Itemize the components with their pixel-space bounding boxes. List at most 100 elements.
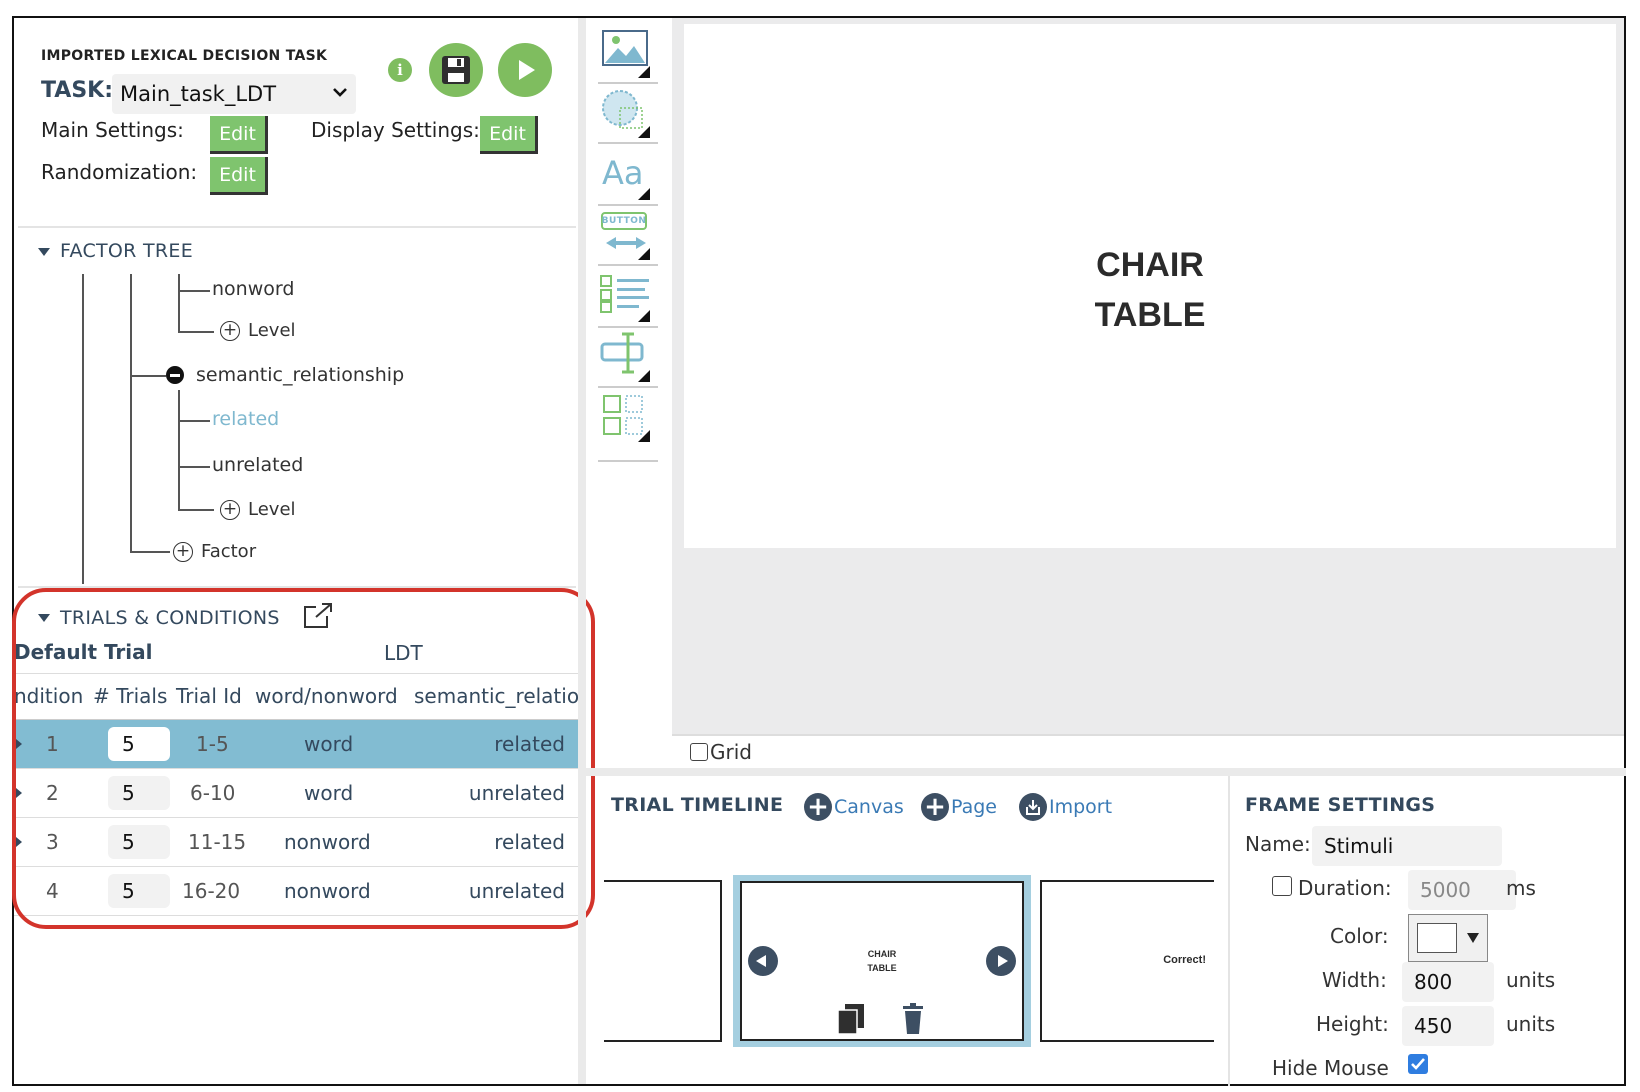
thumb-text-line1: CHAIR	[867, 949, 897, 959]
add-page-button[interactable]: + Page	[921, 793, 997, 821]
factor-tree-title: FACTOR TREE	[60, 240, 194, 262]
condition-cell: 2	[46, 781, 59, 805]
canvas-text-line1[interactable]: CHAIR	[684, 246, 1616, 285]
word-nonword-cell: word	[304, 732, 354, 756]
table-row[interactable]: 3 5 11-15 nonword related	[14, 818, 579, 867]
column-header-num-trials[interactable]: # Trials	[93, 684, 167, 708]
name-input[interactable]: Stimuli	[1312, 826, 1502, 866]
main-settings-label: Main Settings:	[41, 118, 184, 142]
add-level-label: Level	[248, 499, 296, 520]
import-button[interactable]: Import	[1019, 793, 1112, 821]
hide-mouse-checkbox[interactable]	[1408, 1054, 1428, 1074]
timeline-frame-previous[interactable]	[604, 880, 722, 1042]
row-expand-icon[interactable]	[16, 788, 22, 798]
task-select[interactable]: Main_task_LDT	[112, 74, 356, 114]
timeline-title: TRIAL TIMELINE	[611, 794, 784, 816]
tree-connector	[178, 420, 210, 422]
timeline-frame-next[interactable]: Correct!	[1040, 880, 1214, 1042]
duration-checkbox[interactable]	[1272, 876, 1292, 896]
word-nonword-cell: nonword	[284, 879, 371, 903]
info-icon[interactable]: i	[388, 58, 412, 82]
word-nonword-cell: word	[304, 781, 354, 805]
factor-tree-header[interactable]: FACTOR TREE	[38, 240, 193, 262]
popout-icon[interactable]	[302, 601, 334, 634]
condition-cell: 1	[46, 732, 59, 756]
save-icon[interactable]	[429, 43, 483, 97]
grid-tool-icon[interactable]	[598, 388, 658, 446]
tree-connector	[178, 274, 180, 332]
tree-node-nonword[interactable]: nonword	[212, 278, 294, 300]
grid-toggle[interactable]: Grid	[690, 740, 752, 764]
height-label: Height:	[1316, 1012, 1389, 1036]
display-settings-edit-button[interactable]: Edit	[480, 116, 538, 154]
table-row[interactable]: 4 5 16-20 nonword unrelated	[14, 867, 579, 916]
num-trials-input[interactable]: 5	[108, 874, 170, 908]
trial-id-cell: 1-5	[196, 732, 229, 756]
color-picker[interactable]	[1408, 914, 1488, 962]
dropdown-arrow-icon	[1467, 933, 1479, 943]
plus-circle-icon: +	[220, 320, 240, 341]
trash-icon[interactable]	[902, 1003, 924, 1039]
tree-connector	[178, 509, 214, 511]
image-tool-icon[interactable]	[598, 24, 658, 84]
table-row[interactable]: 2 5 6-10 word unrelated	[14, 769, 579, 818]
row-expand-icon[interactable]	[16, 739, 22, 749]
num-trials-input[interactable]: 5	[108, 776, 170, 810]
frame-canvas[interactable]: CHAIR TABLE	[684, 24, 1616, 548]
table-header: ndition # Trials Trial Id word/nonword s…	[14, 674, 579, 720]
collapse-triangle-icon	[38, 247, 50, 256]
column-header-condition[interactable]: ndition	[14, 684, 83, 708]
list-tool-icon[interactable]	[598, 268, 658, 328]
duration-label: Duration:	[1298, 876, 1392, 900]
randomization-edit-button[interactable]: Edit	[210, 157, 268, 195]
column-header-trial-id[interactable]: Trial Id	[176, 684, 242, 708]
randomization-label: Randomization:	[41, 160, 198, 184]
grid-checkbox[interactable]	[690, 743, 708, 761]
row-expand-icon[interactable]	[16, 837, 22, 847]
horizontal-splitter[interactable]	[586, 768, 1626, 776]
tree-connector	[130, 274, 132, 552]
shape-tool-icon[interactable]	[598, 84, 658, 144]
trials-title: TRIALS & CONDITIONS	[60, 606, 280, 629]
collapse-minus-icon[interactable]	[166, 366, 184, 384]
input-tool-icon[interactable]	[598, 328, 658, 388]
table-row[interactable]: 1 5 1-5 word related	[14, 720, 579, 769]
name-label: Name:	[1245, 832, 1311, 856]
num-trials-input[interactable]: 5	[108, 727, 170, 761]
add-level-label: Level	[248, 320, 296, 341]
color-swatch	[1417, 923, 1457, 953]
tree-connector	[178, 466, 210, 468]
column-header-word-nonword[interactable]: word/nonword	[255, 684, 398, 708]
plus-circle-icon: +	[220, 499, 240, 520]
column-header-semantic[interactable]: semantic_relatio	[414, 684, 579, 708]
trial-id-cell: 11-15	[188, 830, 247, 854]
add-canvas-button[interactable]: + Canvas	[804, 793, 904, 821]
plus-icon: +	[804, 793, 832, 821]
toolbar-divider	[598, 460, 658, 462]
copy-icon[interactable]	[837, 1003, 865, 1039]
import-icon	[1019, 793, 1047, 821]
add-level-button[interactable]: + Level	[220, 499, 296, 520]
tree-node-related[interactable]: related	[212, 408, 279, 430]
button-tool-icon[interactable]: BUTTON	[598, 206, 658, 266]
main-settings-edit-button[interactable]: Edit	[210, 116, 268, 154]
add-level-button[interactable]: + Level	[220, 320, 296, 341]
duration-input[interactable]: 5000	[1408, 870, 1516, 910]
text-tool-icon[interactable]: Aa	[598, 146, 658, 206]
panel-splitter[interactable]	[578, 18, 586, 1084]
play-icon[interactable]	[498, 43, 552, 97]
timeline-frame-current[interactable]: CHAIR TABLE	[740, 881, 1024, 1041]
tree-node-semantic-relationship[interactable]: semantic_relationship	[196, 364, 404, 386]
tree-node-unrelated[interactable]: unrelated	[212, 454, 303, 476]
height-input[interactable]: 450	[1402, 1006, 1494, 1046]
duration-unit: ms	[1506, 876, 1536, 900]
trials-header[interactable]: TRIALS & CONDITIONS	[38, 601, 334, 634]
num-trials-input[interactable]: 5	[108, 825, 170, 859]
width-input[interactable]: 800	[1402, 962, 1494, 1002]
section-divider	[18, 586, 576, 588]
tree-connector	[130, 551, 170, 553]
canvas-text-line2[interactable]: TABLE	[684, 296, 1616, 335]
word-nonword-cell: nonword	[284, 830, 371, 854]
grid-label: Grid	[710, 740, 752, 764]
add-factor-button[interactable]: + Factor	[173, 541, 256, 562]
